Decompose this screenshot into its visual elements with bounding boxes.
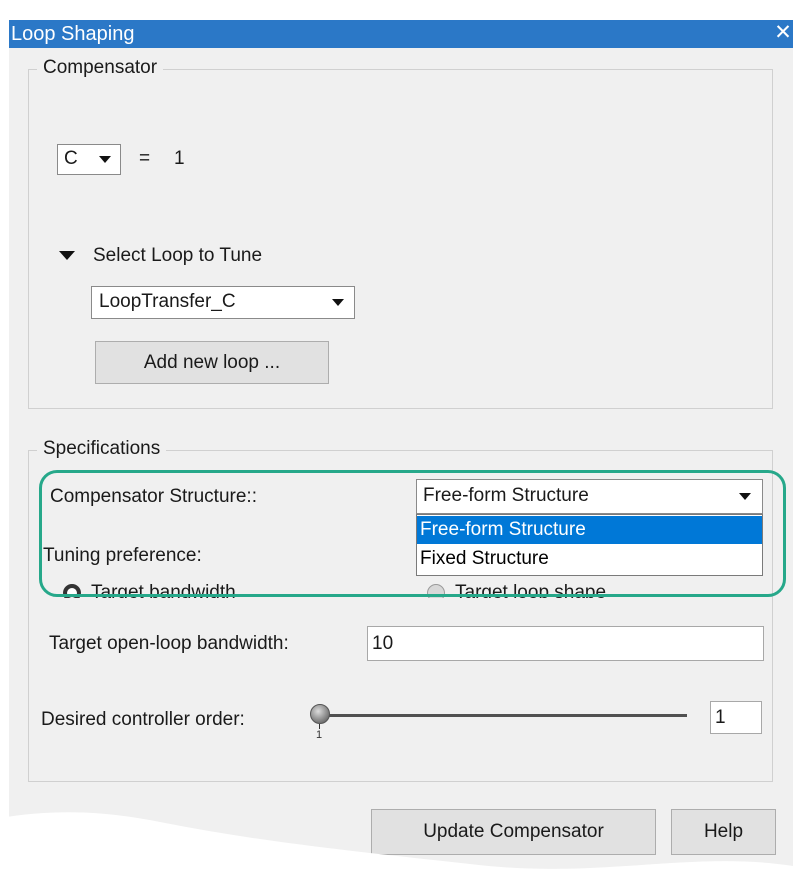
update-compensator-button[interactable]: Update Compensator: [371, 809, 656, 855]
select-loop-label[interactable]: Select Loop to Tune: [93, 244, 262, 268]
compensator-legend: Compensator: [37, 56, 164, 80]
order-slider-track[interactable]: [321, 714, 687, 717]
loop-dropdown-value: LoopTransfer_C: [99, 291, 236, 312]
slider-tick-label: 1: [316, 729, 323, 741]
compensator-selector-value: C: [64, 148, 78, 169]
bandwidth-label: Target open-loop bandwidth:: [49, 633, 289, 654]
help-button[interactable]: Help: [671, 809, 776, 855]
close-icon[interactable]: ✕: [773, 20, 793, 48]
controller-order-input[interactable]: 1: [710, 701, 762, 734]
order-slider-handle[interactable]: [310, 704, 330, 724]
controller-order-label: Desired controller order:: [41, 709, 245, 730]
collapse-triangle-icon[interactable]: [59, 251, 75, 260]
add-new-loop-label: Add new loop ...: [143, 352, 281, 373]
chevron-down-icon: [332, 299, 344, 306]
loop-shaping-window: Loop Shaping ✕ Compensator C = 1 Select …: [9, 20, 793, 895]
window-title: Loop Shaping: [11, 23, 135, 45]
specifications-legend: Specifications: [37, 437, 167, 461]
help-label: Help: [703, 821, 744, 842]
add-new-loop-button[interactable]: Add new loop ...: [95, 341, 329, 384]
chevron-down-icon: [99, 156, 111, 163]
equals-sign: =: [139, 148, 151, 169]
highlight-outline: [39, 470, 786, 597]
loop-dropdown[interactable]: LoopTransfer_C: [91, 286, 355, 319]
title-bar[interactable]: Loop Shaping ✕: [9, 20, 793, 48]
update-compensator-label: Update Compensator: [423, 821, 604, 842]
bandwidth-input-value: 10: [372, 633, 394, 654]
bandwidth-input[interactable]: 10: [367, 626, 764, 661]
controller-order-value: 1: [715, 707, 726, 728]
compensator-value: 1: [174, 148, 185, 169]
compensator-selector[interactable]: C: [57, 144, 121, 175]
